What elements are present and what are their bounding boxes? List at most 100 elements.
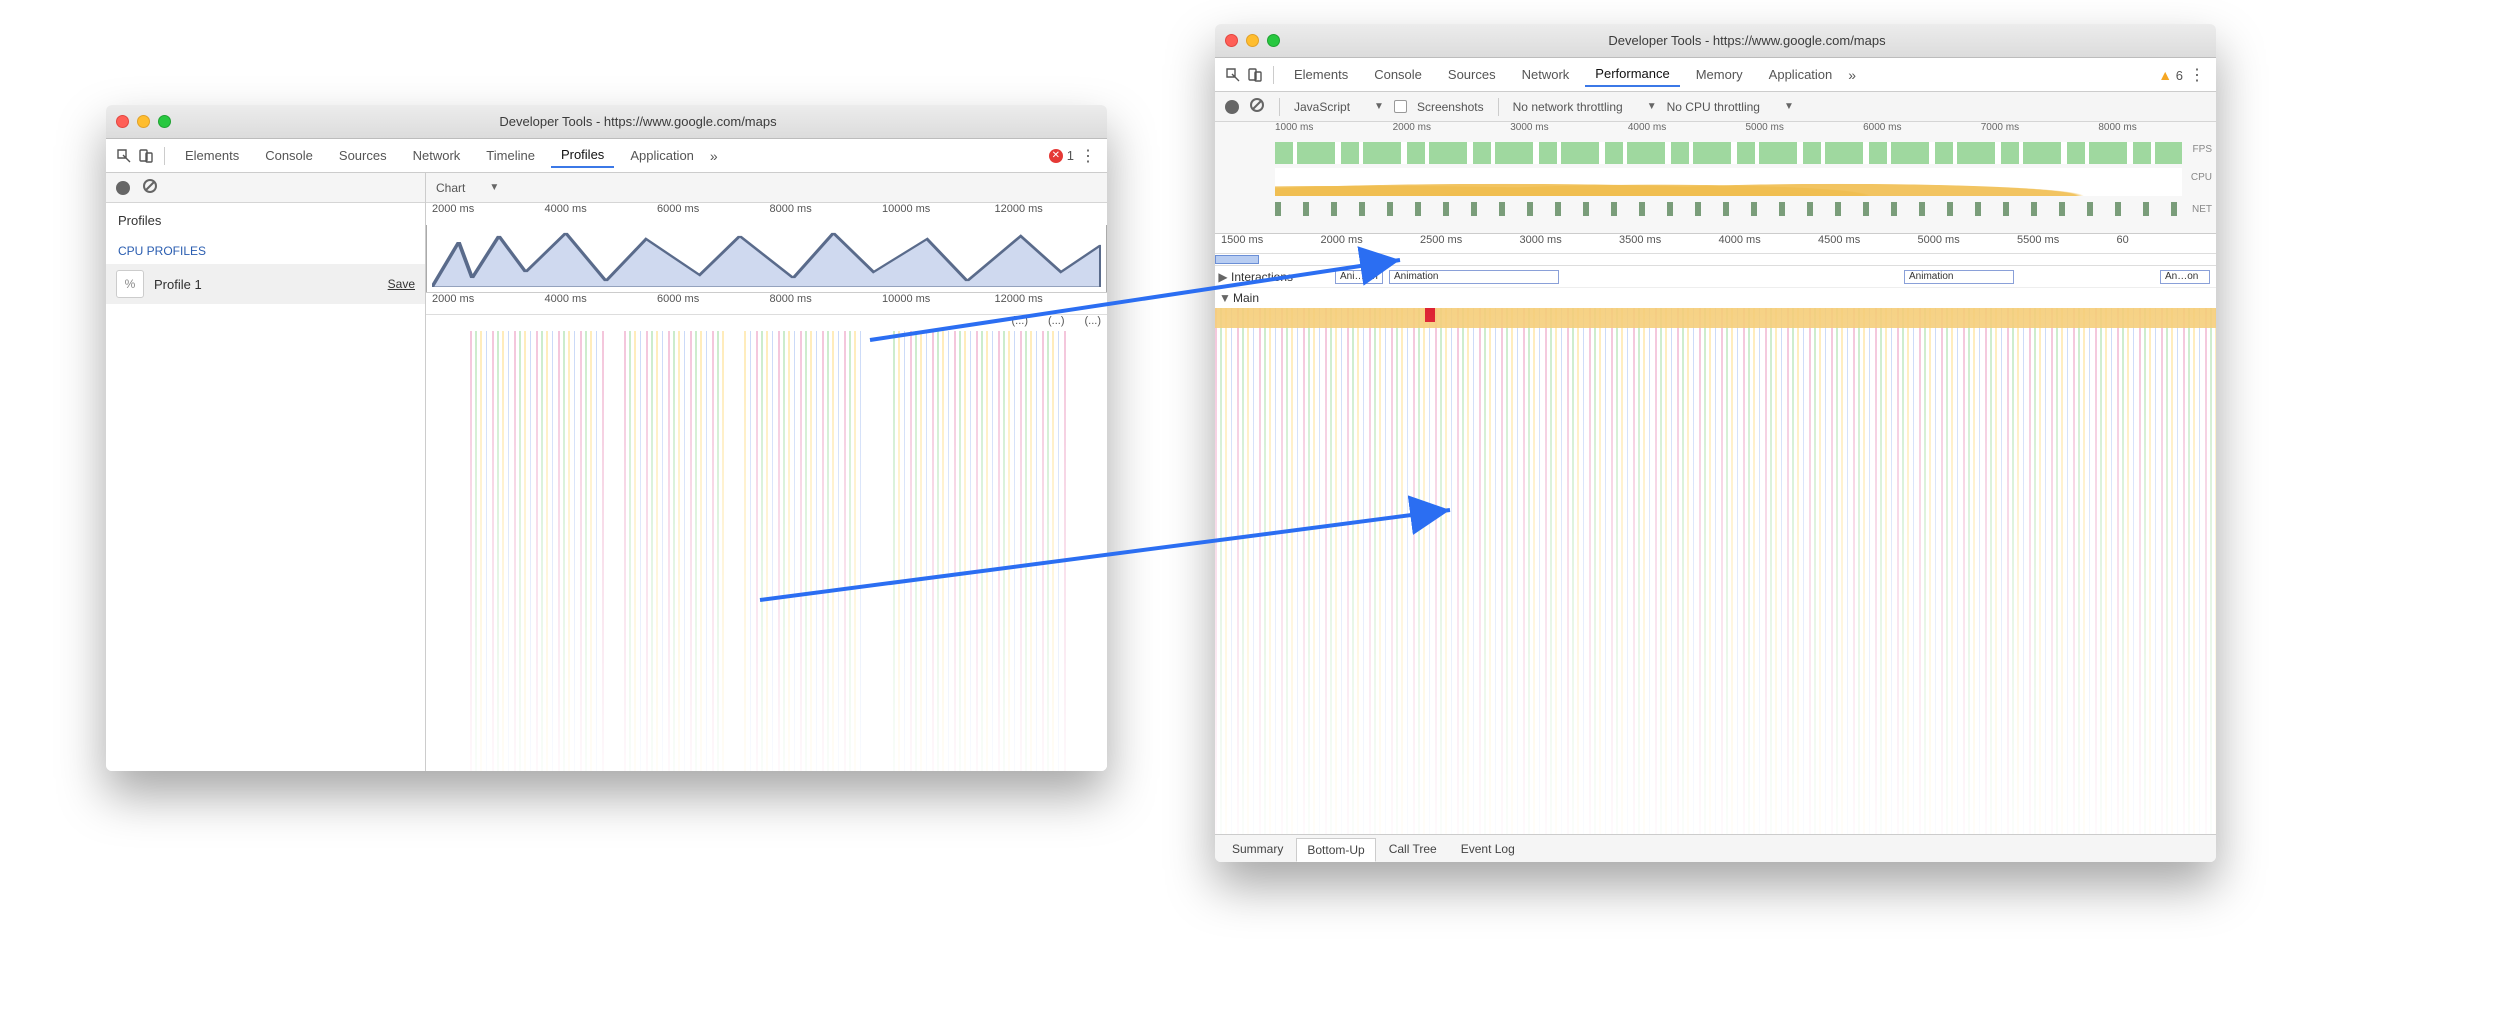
- device-toggle-icon[interactable]: [1247, 67, 1263, 83]
- tab-elements[interactable]: Elements: [175, 144, 249, 167]
- cpu-overview[interactable]: 2000 ms4000 ms 6000 ms8000 ms 10000 ms12…: [426, 203, 1107, 293]
- interaction-seg[interactable]: Animation: [1904, 270, 2014, 284]
- minimize-icon[interactable]: [137, 115, 150, 128]
- tab-memory[interactable]: Memory: [1686, 63, 1753, 86]
- tabs-overflow[interactable]: »: [1848, 67, 1856, 83]
- inspect-icon[interactable]: [1225, 67, 1241, 83]
- zoom-icon[interactable]: [158, 115, 171, 128]
- warning-count: 6: [2176, 68, 2183, 83]
- capture-dropdown[interactable]: JavaScript ▼: [1294, 100, 1384, 114]
- tab-timeline[interactable]: Timeline: [476, 144, 545, 167]
- main-flame-chart[interactable]: [1215, 308, 2216, 834]
- interaction-seg[interactable]: Animation: [1389, 270, 1559, 284]
- net-label: NET: [2192, 204, 2212, 215]
- tabs-overflow[interactable]: »: [710, 148, 718, 164]
- interaction-seg[interactable]: An…on: [2160, 270, 2210, 284]
- capture-label: JavaScript: [1294, 100, 1350, 114]
- screenshots-checkbox[interactable]: [1394, 100, 1407, 113]
- tab-application[interactable]: Application: [620, 144, 704, 167]
- tab-console[interactable]: Console: [1364, 63, 1432, 86]
- separator: [1498, 98, 1499, 116]
- clear-button[interactable]: [1249, 97, 1265, 116]
- overview-sparkline: [432, 227, 1101, 287]
- main-toolbar: Elements Console Sources Network Timelin…: [106, 139, 1107, 173]
- main-label: Main: [1233, 291, 1259, 305]
- tab-sources[interactable]: Sources: [1438, 63, 1506, 86]
- titlebar[interactable]: Developer Tools - https://www.google.com…: [106, 105, 1107, 139]
- tab-console[interactable]: Console: [255, 144, 323, 167]
- sidebar-heading: Profiles: [106, 203, 425, 238]
- view-dropdown-label: Chart: [436, 181, 465, 195]
- tab-call-tree[interactable]: Call Tree: [1378, 837, 1448, 861]
- cpu-label: CPU: [2191, 172, 2212, 183]
- profile-chart-pane: Chart ▼ 2000 ms4000 ms 6000 ms8000 ms 10…: [426, 173, 1107, 771]
- collapsed-frames: (...) (...) (...): [1012, 315, 1102, 327]
- record-button[interactable]: [1225, 100, 1239, 114]
- window-title: Developer Tools - https://www.google.com…: [1288, 33, 2206, 48]
- view-dropdown[interactable]: Chart ▼: [436, 181, 499, 195]
- traffic-lights: [116, 115, 171, 128]
- sidebar-group-heading: CPU PROFILES: [106, 238, 425, 264]
- separator: [1273, 66, 1274, 84]
- main-toolbar: Elements Console Sources Network Perform…: [1215, 58, 2216, 92]
- long-task-marker: [1425, 308, 1435, 322]
- tab-event-log[interactable]: Event Log: [1450, 837, 1526, 861]
- range-scrubber[interactable]: [1215, 254, 2216, 266]
- close-icon[interactable]: [1225, 34, 1238, 47]
- track-name: Interactions: [1231, 270, 1335, 284]
- fps-label: FPS: [2193, 144, 2212, 155]
- profile-name: Profile 1: [154, 277, 378, 292]
- network-throttle-dropdown[interactable]: No network throttling ▼: [1513, 100, 1657, 114]
- range-handle[interactable]: [1215, 255, 1259, 264]
- flame-chart[interactable]: [426, 331, 1107, 771]
- chevron-down-icon: ▼: [489, 182, 499, 193]
- warning-badge[interactable]: ▲ 6: [2158, 67, 2183, 83]
- fps-lane: [1275, 142, 2182, 164]
- zoom-icon[interactable]: [1267, 34, 1280, 47]
- kebab-menu-icon[interactable]: ⋮: [1080, 146, 1097, 166]
- main-track-header[interactable]: ▼ Main: [1215, 288, 2216, 308]
- tab-bottom-up[interactable]: Bottom-Up: [1296, 838, 1375, 862]
- error-badge[interactable]: ✕ 1: [1049, 148, 1074, 163]
- cpu-throttle-label: No CPU throttling: [1667, 100, 1760, 114]
- record-button[interactable]: [116, 181, 130, 195]
- save-link[interactable]: Save: [388, 277, 415, 291]
- titlebar[interactable]: Developer Tools - https://www.google.com…: [1215, 24, 2216, 58]
- performance-overview[interactable]: 1000 ms2000 ms 3000 ms4000 ms 5000 ms600…: [1215, 122, 2216, 234]
- net-lane: [1275, 202, 2182, 216]
- clear-button[interactable]: [142, 178, 158, 197]
- device-toggle-icon[interactable]: [138, 148, 154, 164]
- disclosure-down-icon[interactable]: ▼: [1217, 291, 1233, 305]
- cpu-lane: [1275, 168, 2182, 196]
- overview-axis: 2000 ms4000 ms 6000 ms8000 ms 10000 ms12…: [426, 203, 1107, 225]
- separator: [164, 147, 165, 165]
- disclosure-right-icon[interactable]: ▶: [1215, 270, 1231, 284]
- error-count: 1: [1067, 148, 1074, 163]
- window-title: Developer Tools - https://www.google.com…: [179, 114, 1097, 129]
- chevron-down-icon: ▼: [1374, 101, 1384, 112]
- tab-network[interactable]: Network: [403, 144, 471, 167]
- devtools-window-performance: Developer Tools - https://www.google.com…: [1215, 24, 2216, 862]
- timeline-ruler[interactable]: 1500 ms2000 ms 2500 ms3000 ms 3500 ms400…: [1215, 234, 2216, 254]
- separator: [1279, 98, 1280, 116]
- tab-elements[interactable]: Elements: [1284, 63, 1358, 86]
- tab-application[interactable]: Application: [1759, 63, 1843, 86]
- tab-sources[interactable]: Sources: [329, 144, 397, 167]
- kebab-menu-icon[interactable]: ⋮: [2189, 65, 2206, 85]
- profile-row[interactable]: % Profile 1 Save: [106, 264, 425, 304]
- chevron-down-icon: ▼: [1784, 101, 1794, 112]
- interaction-seg[interactable]: Ani…ion: [1335, 270, 1383, 284]
- tab-network[interactable]: Network: [1512, 63, 1580, 86]
- inspect-icon[interactable]: [116, 148, 132, 164]
- details-tabs: Summary Bottom-Up Call Tree Event Log: [1215, 834, 2216, 862]
- tab-profiles[interactable]: Profiles: [551, 143, 614, 168]
- network-throttle-label: No network throttling: [1513, 100, 1623, 114]
- cpu-throttle-dropdown[interactable]: No CPU throttling ▼: [1667, 100, 1794, 114]
- close-icon[interactable]: [116, 115, 129, 128]
- tab-summary[interactable]: Summary: [1221, 837, 1294, 861]
- capture-toolbar: JavaScript ▼ Screenshots No network thro…: [1215, 92, 2216, 122]
- interactions-track[interactable]: ▶ Interactions Ani…ion Animation Animati…: [1215, 266, 2216, 288]
- minimize-icon[interactable]: [1246, 34, 1259, 47]
- profile-file-icon: %: [116, 270, 144, 298]
- tab-performance[interactable]: Performance: [1585, 62, 1679, 87]
